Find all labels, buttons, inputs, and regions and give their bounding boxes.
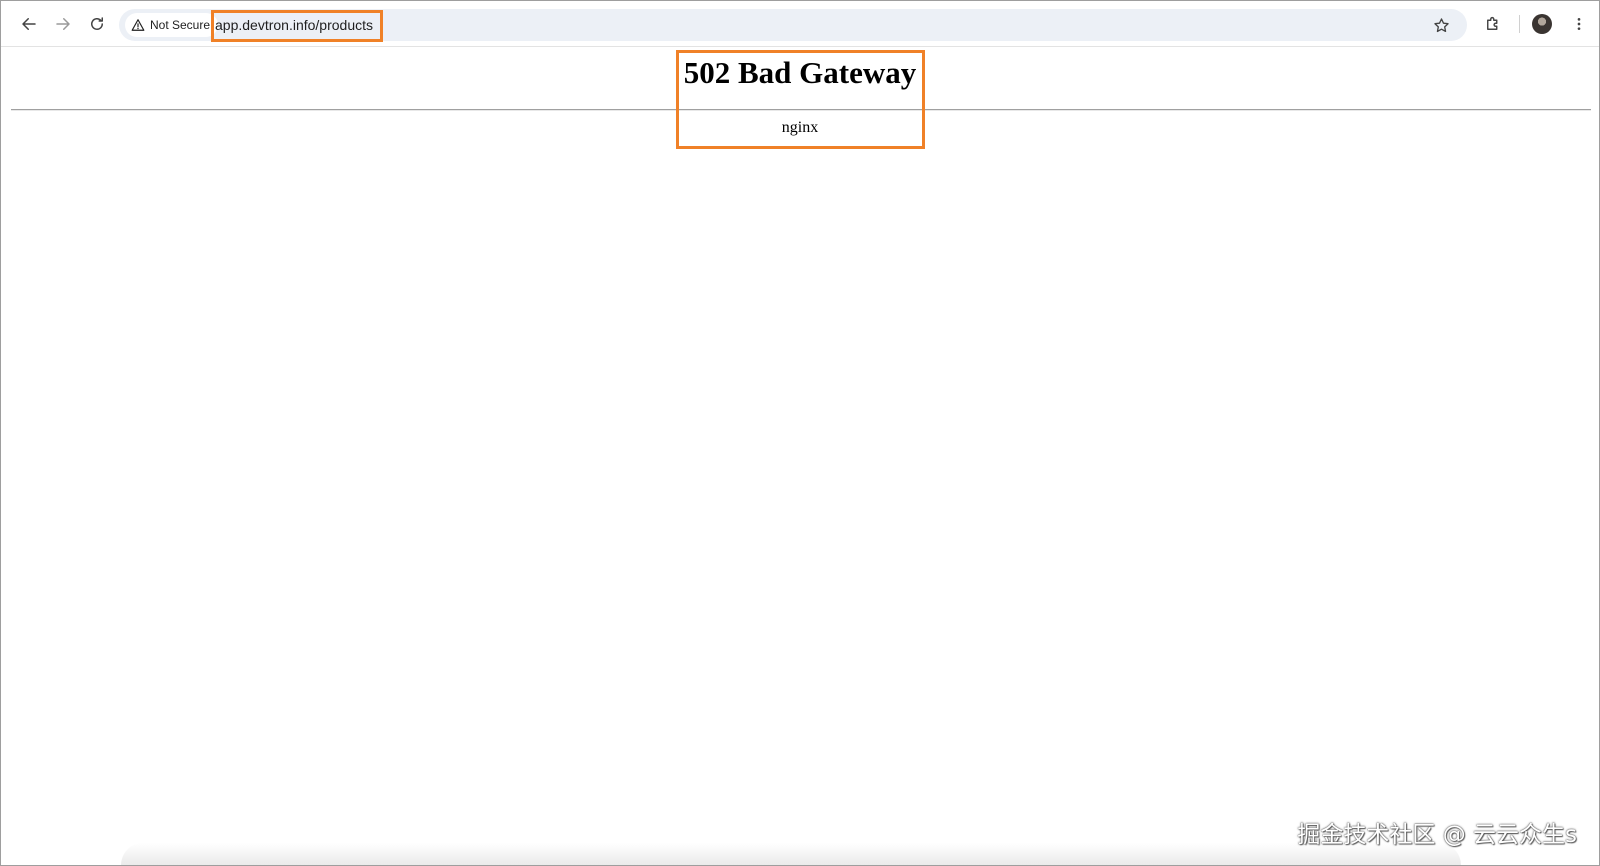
server-name: nginx bbox=[781, 119, 819, 136]
puzzle-icon bbox=[1487, 16, 1498, 30]
page-content: 502 Bad Gateway nginx 掘金技术社区 @ 云云众生s bbox=[1, 47, 1599, 865]
security-indicator[interactable]: Not Secure bbox=[125, 13, 219, 37]
forward-button[interactable] bbox=[49, 10, 77, 38]
url-text[interactable]: app.devtron.info/products bbox=[215, 9, 373, 41]
back-button[interactable] bbox=[15, 10, 43, 38]
avatar[interactable] bbox=[1532, 14, 1552, 34]
security-label: Not Secure bbox=[150, 18, 211, 32]
star-icon bbox=[1433, 17, 1449, 32]
arrow-right-icon bbox=[56, 18, 70, 30]
kebab-menu-icon bbox=[1577, 18, 1581, 30]
warning-triangle-icon bbox=[131, 19, 145, 31]
watermark: 掘金技术社区 @ 云云众生s bbox=[1297, 822, 1577, 848]
browser-menu-button[interactable] bbox=[1567, 10, 1591, 38]
toolbar-separator bbox=[1519, 15, 1520, 33]
reload-button[interactable] bbox=[83, 10, 111, 38]
bookmark-button[interactable] bbox=[1429, 13, 1453, 37]
arrow-left-icon bbox=[22, 18, 36, 30]
divider bbox=[11, 109, 1591, 111]
bottom-shadow bbox=[121, 843, 1461, 865]
page-title: 502 Bad Gateway bbox=[683, 55, 917, 90]
reload-icon bbox=[91, 17, 103, 30]
browser-window: Not Secure app.devtron.info/products 502… bbox=[0, 0, 1600, 866]
extensions-button[interactable] bbox=[1479, 10, 1507, 38]
address-bar[interactable]: Not Secure app.devtron.info/products bbox=[119, 9, 1467, 42]
browser-toolbar: Not Secure app.devtron.info/products bbox=[1, 1, 1599, 47]
